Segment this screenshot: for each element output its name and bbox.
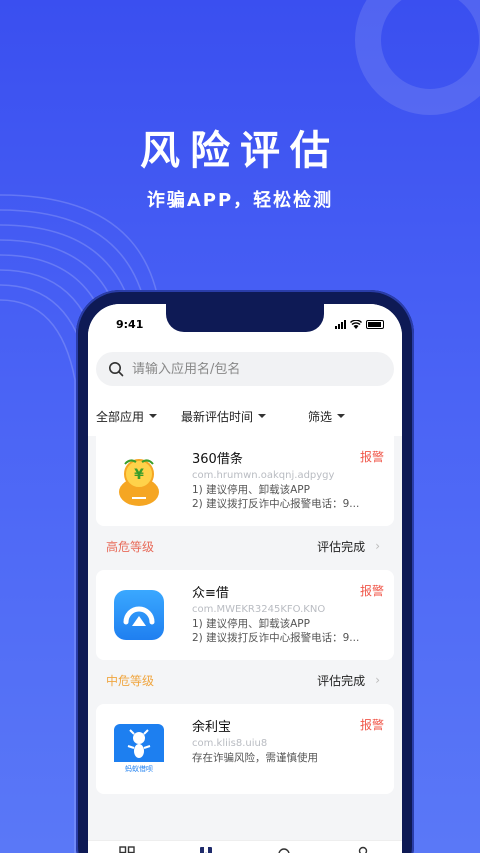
svg-text:蚂蚁借呗: 蚂蚁借呗 (125, 764, 153, 773)
filter-all-apps[interactable]: 全部应用 (96, 408, 181, 425)
battery-icon (366, 319, 384, 329)
app-package: com.hrumwn.oakqnj.adpygy (192, 470, 335, 481)
app-advice: 2) 建议拨打反诈中心报警电话：9... (192, 632, 360, 644)
phone-mockup: 9:41 全部应用 最新评估时间 筛选 (76, 290, 414, 853)
risk-level-label: 中危等级 (106, 673, 155, 688)
bookmark-icon (199, 847, 212, 853)
app-package: com.MWEKR3245KFO.KNO (192, 604, 326, 615)
report-tag[interactable]: 报警 (360, 582, 384, 599)
section-mid-risk[interactable]: 中危等级 评估完成 › (96, 660, 394, 700)
report-tag[interactable]: 报警 (360, 716, 384, 733)
search-icon (109, 362, 124, 377)
dropdown-arrow-icon (337, 414, 346, 418)
status-time: 9:41 (116, 317, 144, 331)
hero-title: 风险评估 (140, 128, 340, 174)
app-name: 360借条 (192, 452, 243, 467)
app-advice: 1) 建议停用、卸载该APP (192, 618, 310, 630)
ant-logo-icon: 蚂蚁借呗 (114, 724, 164, 774)
assessment-status: 评估完成 (317, 673, 366, 688)
alert-icon (278, 848, 290, 853)
app-package: com.kliis8.uiu8 (192, 738, 268, 749)
tab-mine[interactable]: 我的 (333, 845, 393, 853)
section-high-risk[interactable]: 高危等级 评估完成 › (96, 526, 394, 566)
search-bar[interactable] (96, 352, 394, 386)
filter-screen[interactable]: 筛选 (308, 408, 346, 425)
assessment-status: 评估完成 (317, 539, 366, 554)
bottom-tab-bar: 应用 评估 预警 我的 (88, 840, 402, 853)
app-name: 余利宝 (192, 720, 232, 735)
wifi-icon (350, 319, 362, 329)
signal-icon (335, 319, 346, 329)
filter-latest-time[interactable]: 最新评估时间 (181, 408, 308, 425)
app-advice: 1) 建议停用、卸载该APP (192, 484, 310, 496)
money-bag-icon: ¥ (119, 459, 159, 506)
app-list: ¥ 360借条 com.hrumwn.oakqnj.adpygy 1) 建议停用… (88, 436, 402, 794)
app-card-360[interactable]: ¥ 360借条 com.hrumwn.oakqnj.adpygy 1) 建议停用… (96, 436, 394, 526)
phone-screen: 9:41 全部应用 最新评估时间 筛选 (88, 304, 402, 853)
app-advice: 2) 建议拨打反诈中心报警电话：9... (192, 498, 360, 510)
app-advice: 存在诈骗风险，需谨慎使用 (192, 752, 318, 764)
app-name: 众≡借 (192, 586, 229, 601)
report-tag[interactable]: 报警 (360, 448, 384, 465)
dropdown-arrow-icon (258, 414, 267, 418)
chevron-right-icon: › (375, 539, 380, 553)
dropdown-arrow-icon (149, 414, 158, 418)
phone-notch (166, 304, 324, 332)
chevron-right-icon: › (375, 673, 380, 687)
tab-apps[interactable]: 应用 (97, 845, 157, 853)
risk-level-label: 高危等级 (106, 539, 155, 554)
app-logo-icon (114, 590, 164, 640)
svg-text:¥: ¥ (134, 467, 144, 483)
tab-alert[interactable]: 预警 (254, 845, 314, 853)
tab-assess[interactable]: 评估 (176, 845, 236, 853)
app-card-yulibao[interactable]: 蚂蚁借呗 余利宝 com.kliis8.uiu8 存在诈骗风险，需谨慎使用 报警 (96, 704, 394, 794)
hero-subtitle: 诈骗APP，轻松检测 (146, 190, 334, 211)
search-input[interactable] (132, 361, 362, 377)
app-card-zhongjie[interactable]: 众≡借 com.MWEKR3245KFO.KNO 1) 建议停用、卸载该APP … (96, 570, 394, 660)
apps-grid-icon (119, 846, 135, 853)
user-icon (358, 846, 367, 853)
filter-bar: 全部应用 最新评估时间 筛选 (88, 396, 402, 436)
